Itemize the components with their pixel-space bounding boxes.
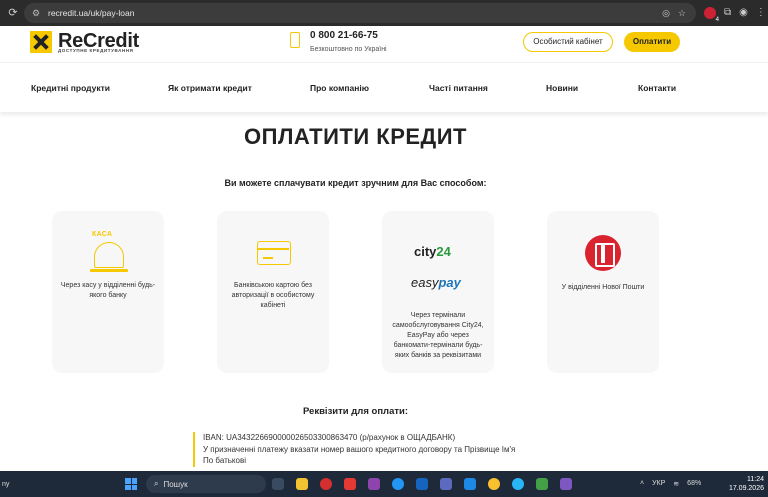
bank-card-icon	[257, 241, 291, 265]
browser-actions: ⧉ ◉ ⋮	[696, 7, 766, 23]
requisites-title: Реквізити для оплати:	[302, 406, 409, 417]
taskbar-left-label: ny	[2, 481, 10, 488]
app-icon[interactable]	[416, 478, 428, 490]
phone-number[interactable]: 0 800 21-66-75	[310, 30, 378, 41]
method-description: Через касу у відділенні будь-якого банку	[60, 282, 156, 299]
telegram-icon[interactable]	[512, 478, 524, 490]
viber-icon[interactable]	[560, 478, 572, 490]
url-text[interactable]: recredit.ua/uk/pay-loan	[48, 8, 134, 18]
system-tray: ˄ УКР ≋ 68%	[640, 480, 701, 488]
method-description: Через термінали самообслуговування City2…	[392, 312, 484, 359]
iban-block: IBAN: UA343226690000026503300863470 (р/р…	[193, 432, 523, 467]
site-header: ReCredit ДОСТУПНЕ КРЕДИТУВАННЯ 0 800 21-…	[0, 26, 768, 62]
clock[interactable]: 11:24 17.09.2026	[726, 475, 764, 493]
eye-off-icon[interactable]: ◎	[662, 8, 670, 19]
main-nav: Кредитні продукти Як отримати кредит Про…	[0, 62, 768, 112]
payment-method-bank-card[interactable]: Банківською картою без авторизації в осо…	[217, 211, 329, 373]
page-title: ОПЛАТИТИ КРЕДИТ	[244, 124, 467, 149]
app-icon[interactable]	[344, 478, 356, 490]
payment-method-terminals[interactable]: city24 easypay Через термінали самообслу…	[382, 211, 494, 373]
search-placeholder: Пошук	[163, 479, 188, 489]
nav-item-about[interactable]: Про компанію	[310, 83, 369, 93]
nav-item-contacts[interactable]: Контакти	[638, 83, 676, 93]
method-description: У відділенні Нової Пошти	[561, 284, 645, 291]
tray-chevron-icon[interactable]: ˄	[640, 480, 644, 488]
nav-item-news[interactable]: Новини	[546, 83, 578, 93]
app-icon[interactable]	[536, 478, 548, 490]
windows-taskbar: ny ⌕ Пошук ˄ УКР ≋ 68% 11:24 17.09.2026	[0, 471, 768, 497]
chrome-icon[interactable]	[488, 478, 500, 490]
address-bar[interactable]: ⚙ recredit.ua/uk/pay-loan ◎ ☆	[24, 3, 696, 23]
clock-time: 11:24	[747, 476, 764, 483]
logo-mark-icon	[30, 30, 52, 53]
nav-item-faq[interactable]: Часті питання	[429, 83, 488, 93]
bookmark-star-icon[interactable]: ☆	[678, 8, 686, 19]
personal-cabinet-button[interactable]: Особистий кабінет	[523, 32, 613, 52]
teams-icon[interactable]	[440, 478, 452, 490]
page-subtitle: Ви можете сплачувати кредит зручним для …	[224, 178, 487, 188]
clock-date: 17.09.2026	[728, 485, 764, 492]
nova-poshta-icon	[585, 235, 621, 271]
language-indicator[interactable]: УКР	[652, 480, 665, 488]
pay-button[interactable]: Оплатити	[624, 32, 680, 52]
start-icon[interactable]	[125, 478, 137, 490]
method-description: Банківською картою без авторизації в осо…	[231, 282, 315, 309]
site-info-icon[interactable]: ⚙	[32, 8, 44, 19]
extensions-puzzle-icon[interactable]: ⧉	[724, 7, 731, 19]
app-icon[interactable]	[368, 478, 380, 490]
opera-icon[interactable]	[320, 478, 332, 490]
iban-line: IBAN: UA343226690000026503300863470 (р/р…	[203, 433, 456, 442]
browser-nav: ⟳	[0, 6, 20, 20]
nav-item-how-to-get[interactable]: Як отримати кредит	[168, 83, 252, 93]
city24-logo: city24	[414, 244, 451, 259]
extension-icon[interactable]	[704, 7, 720, 23]
taskbar-search[interactable]: ⌕ Пошук	[146, 475, 266, 493]
dropbox-icon[interactable]	[464, 478, 476, 490]
reload-icon[interactable]: ⟳	[6, 6, 20, 20]
profile-icon[interactable]: ◉	[739, 7, 748, 19]
phone-icon	[290, 32, 300, 48]
logo-tagline: ДОСТУПНЕ КРЕДИТУВАННЯ	[58, 48, 134, 53]
cash-desk-icon	[94, 242, 124, 268]
payment-method-nova-poshta[interactable]: У відділенні Нової Пошти	[547, 211, 659, 373]
browser-toolbar: ⟳ ⚙ recredit.ua/uk/pay-loan ◎ ☆ ⧉ ◉ ⋮	[0, 0, 768, 26]
easypay-logo: easypay	[411, 275, 461, 290]
file-explorer-icon[interactable]	[296, 478, 308, 490]
cash-desk-label: КАСА	[92, 231, 113, 238]
battery-level[interactable]: 68%	[687, 480, 701, 488]
phone-note: Безкоштовно по Україні	[310, 46, 387, 53]
wifi-icon[interactable]: ≋	[673, 480, 679, 488]
search-icon: ⌕	[154, 479, 159, 488]
payment-purpose: У призначенні платежу вказати номер вашо…	[203, 444, 516, 466]
payment-method-cash-desk[interactable]: КАСА Через касу у відділенні будь-якого …	[52, 211, 164, 373]
task-view-icon[interactable]	[272, 478, 284, 490]
menu-dots-icon[interactable]: ⋮	[756, 7, 766, 19]
edge-icon[interactable]	[392, 478, 404, 490]
nav-item-credit-products[interactable]: Кредитні продукти	[31, 83, 110, 93]
